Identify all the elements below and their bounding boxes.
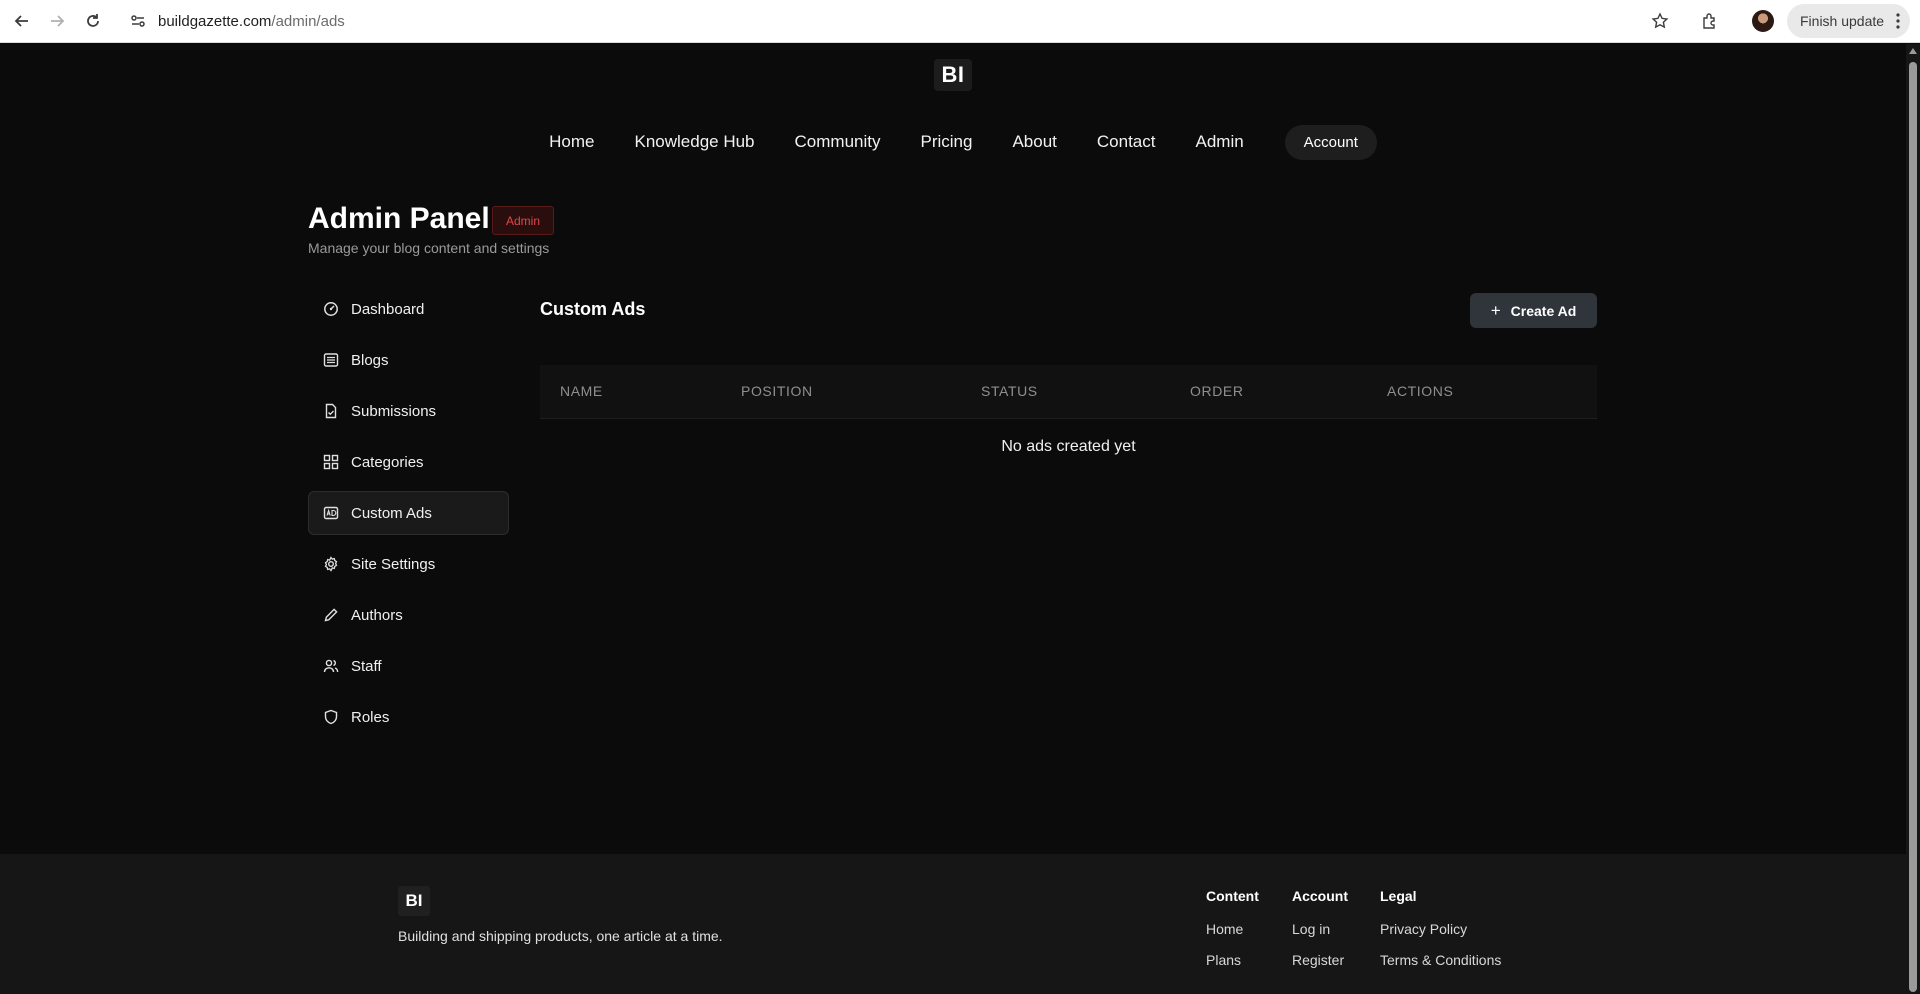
page-scrollbar[interactable] [1906,44,1920,994]
section-title: Custom Ads [540,299,646,319]
address-bar[interactable]: buildgazette.com/admin/ads [126,7,1626,35]
footer-logo[interactable]: BI [398,886,430,916]
ad-icon [322,504,340,522]
sidebar-item-authors[interactable]: Authors [308,593,509,637]
footer-heading: Legal [1380,888,1417,904]
url-text: buildgazette.com/admin/ads [158,13,345,30]
list-icon [322,351,340,369]
nav-community[interactable]: Community [795,132,881,152]
column-header-name: NAME [560,383,603,399]
column-header-position: POSITION [741,383,813,399]
nav-admin[interactable]: Admin [1195,132,1243,152]
site-footer: BI Building and shipping products, one a… [0,854,1906,994]
footer-column-legal: Legal Privacy Policy Terms & Conditions [1380,888,1501,983]
column-header-order: ORDER [1190,383,1244,399]
site-logo[interactable]: BI [934,59,972,91]
sidebar-item-staff[interactable]: Staff [308,644,509,688]
nav-knowledge-hub[interactable]: Knowledge Hub [634,132,754,152]
sidebar-item-submissions[interactable]: Submissions [308,389,509,433]
footer-link-privacy-policy[interactable]: Privacy Policy [1380,921,1501,937]
nav-about[interactable]: About [1012,132,1056,152]
sidebar-item-label: Custom Ads [351,504,432,522]
gear-icon [322,555,340,573]
finish-update-label: Finish update [1800,13,1885,29]
sidebar-item-label: Blogs [351,351,389,369]
sidebar-item-site-settings[interactable]: Site Settings [308,542,509,586]
sidebar-item-custom-ads[interactable]: Custom Ads [308,491,509,535]
sidebar-item-categories[interactable]: Categories [308,440,509,484]
sidebar-item-roles[interactable]: Roles [308,695,509,739]
main-nav: Home Knowledge Hub Community Pricing Abo… [0,124,1906,160]
scroll-up-arrow-icon[interactable] [1909,48,1917,54]
extensions-icon[interactable] [1698,9,1722,33]
admin-sidebar: Dashboard Blogs Submissions Categories C… [308,287,509,746]
role-badge: Admin [492,206,555,235]
grid-icon [322,453,340,471]
dashboard-icon [322,300,340,318]
empty-state: No ads created yet [1001,438,1136,455]
column-header-actions: ACTIONS [1387,383,1454,399]
nav-contact[interactable]: Contact [1097,132,1156,152]
plus-icon: + [1490,300,1501,320]
bookmark-star-icon[interactable] [1648,9,1672,33]
browser-toolbar: buildgazette.com/admin/ads Finish update [0,0,1920,43]
url-host: buildgazette.com [158,12,272,30]
sidebar-item-label: Dashboard [351,300,425,318]
create-ad-label: Create Ad [1510,302,1577,319]
more-menu-icon[interactable] [1896,13,1900,32]
footer-link-log-in[interactable]: Log in [1292,921,1348,937]
footer-heading: Content [1206,888,1259,904]
sidebar-item-label: Site Settings [351,555,436,573]
pencil-icon [322,606,340,624]
footer-link-terms[interactable]: Terms & Conditions [1380,952,1501,968]
profile-avatar[interactable] [1752,10,1774,32]
ads-table: NAME POSITION STATUS ORDER ACTIONS No ad… [540,365,1597,475]
sidebar-item-label: Authors [351,606,403,624]
site-info-icon[interactable] [126,9,150,33]
footer-column-account: Account Log in Register [1292,888,1348,983]
page-title: Admin Panel [308,202,490,235]
footer-link-home[interactable]: Home [1206,921,1259,937]
account-button[interactable]: Account [1284,124,1377,160]
create-ad-button[interactable]: + Create Ad [1470,293,1597,328]
nav-home[interactable]: Home [549,132,594,152]
sidebar-item-dashboard[interactable]: Dashboard [308,287,509,331]
finish-update-button[interactable]: Finish update [1787,4,1910,38]
footer-tagline: Building and shipping products, one arti… [398,928,723,944]
sidebar-item-label: Staff [351,657,382,675]
footer-link-register[interactable]: Register [1292,952,1348,968]
sidebar-item-label: Submissions [351,402,437,420]
nav-pricing[interactable]: Pricing [920,132,972,152]
page-subtitle: Manage your blog content and settings [308,240,550,256]
scrollbar-thumb[interactable] [1909,62,1917,992]
footer-column-content: Content Home Plans [1206,888,1259,983]
sidebar-item-label: Categories [351,453,424,471]
document-check-icon [322,402,340,420]
footer-link-plans[interactable]: Plans [1206,952,1259,968]
column-header-status: STATUS [981,383,1038,399]
shield-icon [322,708,340,726]
table-header: NAME POSITION STATUS ORDER ACTIONS [540,365,1597,419]
footer-heading: Account [1292,888,1348,904]
reload-icon[interactable] [81,9,105,33]
forward-icon[interactable] [45,9,69,33]
sidebar-item-blogs[interactable]: Blogs [308,338,509,382]
url-path: /admin/ads [271,12,345,30]
sidebar-item-label: Roles [351,708,390,726]
back-icon[interactable] [10,9,34,33]
users-icon [322,657,340,675]
